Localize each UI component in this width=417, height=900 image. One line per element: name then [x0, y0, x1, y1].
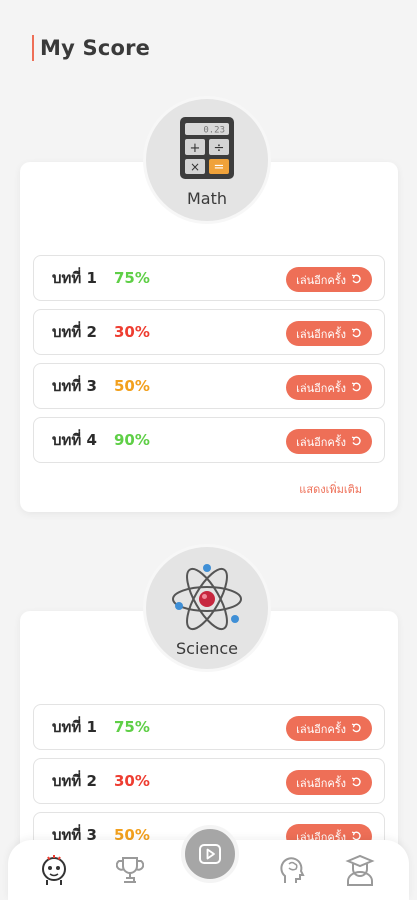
lesson-name: บทที่ 1: [52, 718, 97, 736]
subject-badge-science: Science: [143, 544, 271, 672]
replay-label: เล่นอีกครั้ง: [296, 776, 346, 790]
replay-label: เล่นอีกครั้ง: [296, 722, 346, 736]
mascot-icon: [42, 855, 66, 885]
lesson-score: 30%: [114, 772, 150, 790]
replay-button[interactable]: เล่นอีกครั้ง: [286, 770, 372, 795]
nav-home[interactable]: [36, 852, 72, 888]
subject-name: Math: [186, 189, 228, 208]
lesson-name: บทที่ 3: [52, 377, 97, 395]
nav-profile[interactable]: [342, 852, 378, 888]
calculator-icon: 0.23 + ÷ × =: [180, 117, 234, 179]
replay-button[interactable]: เล่นอีกครั้ง: [286, 321, 372, 346]
replay-label: เล่นอีกครั้ง: [296, 273, 346, 287]
lesson-row: บทที่ 2 30% เล่นอีกครั้ง: [33, 758, 385, 804]
lesson-row: บทที่ 3 50% เล่นอีกครั้ง: [33, 363, 385, 409]
replay-icon: [351, 274, 361, 284]
bottom-nav: [8, 825, 409, 900]
replay-icon: [351, 777, 361, 787]
replay-button[interactable]: เล่นอีกครั้ง: [286, 375, 372, 400]
lesson-row: บทที่ 1 75% เล่นอีกครั้ง: [33, 704, 385, 750]
trophy-icon: [116, 857, 144, 883]
subject-name: Science: [175, 639, 239, 658]
svg-text:0.23: 0.23: [203, 126, 225, 136]
replay-label: เล่นอีกครั้ง: [296, 435, 346, 449]
atom-icon: [172, 564, 242, 631]
subject-badge-math: 0.23 + ÷ × = Math: [143, 96, 271, 224]
lesson-name: บทที่ 1: [52, 269, 97, 287]
lesson-score: 75%: [114, 269, 150, 287]
lesson-score: 90%: [114, 431, 150, 449]
graduate-icon: [345, 854, 375, 886]
lesson-row: บทที่ 4 90% เล่นอีกครั้ง: [33, 417, 385, 463]
page-title: My Score: [40, 36, 151, 60]
play-icon: [199, 844, 221, 864]
lesson-row: บทที่ 2 30% เล่นอีกครั้ง: [33, 309, 385, 355]
replay-button[interactable]: เล่นอีกครั้ง: [286, 716, 372, 741]
page-header: My Score: [32, 34, 150, 62]
replay-icon: [351, 723, 361, 733]
replay-icon: [351, 436, 361, 446]
brain-icon: [280, 857, 305, 883]
lesson-name: บทที่ 4: [52, 431, 97, 449]
replay-icon: [351, 382, 361, 392]
replay-icon: [351, 328, 361, 338]
replay-button[interactable]: เล่นอีกครั้ง: [286, 267, 372, 292]
title-accent-bar: [32, 35, 34, 61]
nav-play[interactable]: [181, 825, 239, 883]
nav-brain[interactable]: [274, 852, 310, 888]
svg-text:=: =: [214, 160, 225, 175]
lesson-name: บทที่ 2: [52, 772, 97, 790]
svg-text:÷: ÷: [214, 141, 225, 156]
svg-text:+: +: [190, 141, 201, 156]
lesson-score: 50%: [114, 377, 150, 395]
replay-button[interactable]: เล่นอีกครั้ง: [286, 429, 372, 454]
nav-trophy[interactable]: [112, 852, 148, 888]
lesson-row: บทที่ 1 75% เล่นอีกครั้ง: [33, 255, 385, 301]
lesson-score: 75%: [114, 718, 150, 736]
lesson-name: บทที่ 2: [52, 323, 97, 341]
replay-label: เล่นอีกครั้ง: [296, 381, 346, 395]
show-more-link[interactable]: แสดงเพิ่มเติม: [299, 480, 362, 498]
lesson-score: 30%: [114, 323, 150, 341]
svg-text:×: ×: [190, 160, 200, 174]
replay-label: เล่นอีกครั้ง: [296, 327, 346, 341]
